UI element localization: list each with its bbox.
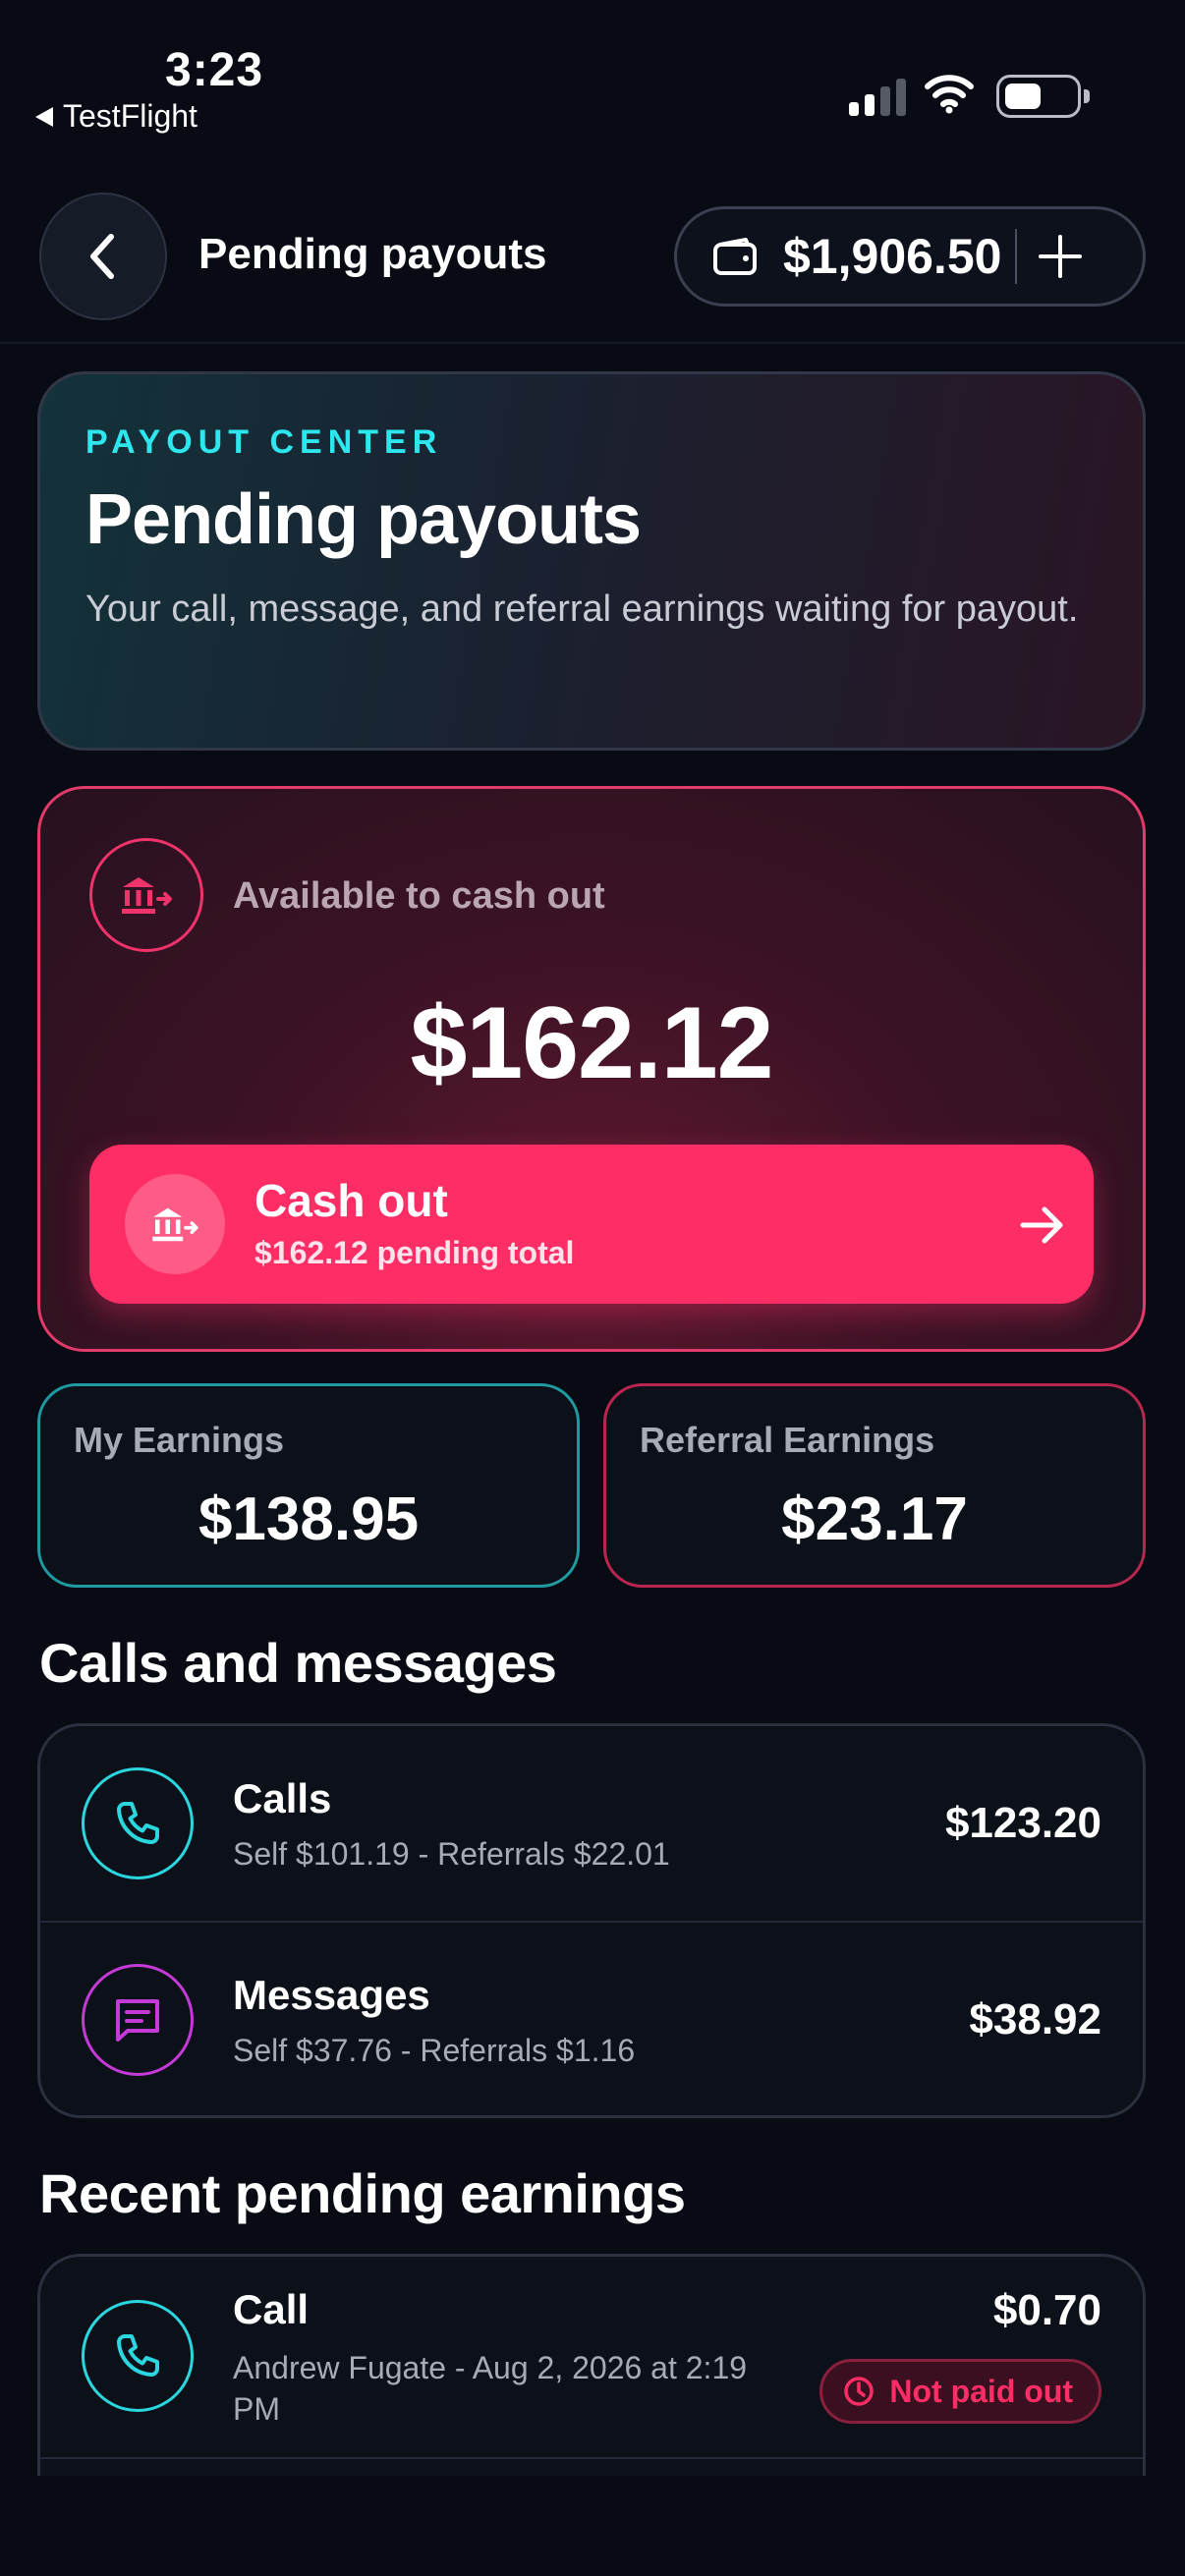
recent-earnings-heading: Recent pending earnings bbox=[39, 2162, 686, 2224]
row-subtitle: Self $37.76 - Referrals $1.16 bbox=[233, 2033, 636, 2068]
cash-out-button[interactable]: Cash out $162.12 pending total bbox=[89, 1145, 1094, 1304]
status-time: 3:23 bbox=[165, 44, 264, 96]
referral-earnings-card: Referral Earnings $23.17 bbox=[603, 1383, 1146, 1588]
my-earnings-card: My Earnings $138.95 bbox=[37, 1383, 580, 1588]
recent-subtitle: Andrew Fugate - Aug 2, 2026 at 2:19 PM bbox=[233, 2350, 748, 2427]
recent-title: Call bbox=[233, 2286, 310, 2332]
clock-icon bbox=[844, 2377, 875, 2406]
my-earnings-value: $138.95 bbox=[198, 1485, 420, 1553]
list-item-calls[interactable]: Calls Self $101.19 - Referrals $22.01 $1… bbox=[40, 1726, 1143, 1921]
back-button[interactable] bbox=[39, 193, 167, 320]
wallet-divider bbox=[1015, 229, 1018, 284]
cash-out-subtitle: $162.12 pending total bbox=[254, 1235, 575, 1270]
page-title: Pending payouts bbox=[198, 230, 547, 278]
bank-transfer-icon bbox=[89, 838, 203, 952]
bank-transfer-icon bbox=[125, 1174, 225, 1274]
status-badge: Not paid out bbox=[819, 2359, 1101, 2424]
referral-earnings-label: Referral Earnings bbox=[640, 1420, 935, 1460]
hero-kicker: PAYOUT CENTER bbox=[85, 423, 443, 461]
status-badge-label: Not paid out bbox=[889, 2373, 1073, 2409]
wallet-balance: $1,906.50 bbox=[783, 229, 1002, 284]
battery-icon bbox=[996, 75, 1090, 118]
recent-earnings-card: Call Andrew Fugate - Aug 2, 2026 at 2:19… bbox=[37, 2254, 1146, 2490]
back-to-app-link[interactable]: TestFlight bbox=[35, 98, 198, 135]
cash-out-title: Cash out bbox=[254, 1175, 448, 1226]
payout-center-card: PAYOUT CENTER Pending payouts Your call,… bbox=[37, 371, 1146, 751]
calls-messages-heading: Calls and messages bbox=[39, 1632, 557, 1694]
wifi-icon bbox=[925, 75, 974, 114]
available-amount: $162.12 bbox=[410, 986, 774, 1100]
referral-earnings-value: $23.17 bbox=[781, 1485, 968, 1553]
arrow-right-icon bbox=[1020, 1206, 1063, 1244]
phone-icon bbox=[82, 1767, 194, 1879]
my-earnings-label: My Earnings bbox=[74, 1420, 285, 1460]
header-divider bbox=[0, 342, 1185, 344]
row-amount: $38.92 bbox=[969, 1995, 1101, 2044]
back-app-label: TestFlight bbox=[63, 98, 198, 134]
hero-title: Pending payouts bbox=[85, 480, 642, 559]
row-title: Calls bbox=[233, 1775, 332, 1821]
message-icon bbox=[82, 1964, 194, 2076]
wallet-icon bbox=[713, 238, 757, 275]
recent-amount: $0.70 bbox=[992, 2286, 1101, 2334]
available-cashout-card: Available to cash out $162.12 Cash out $… bbox=[37, 786, 1146, 1352]
phone-icon bbox=[82, 2300, 194, 2412]
calls-messages-card: Calls Self $101.19 - Referrals $22.01 $1… bbox=[37, 1723, 1146, 2118]
cellular-signal-icon bbox=[849, 75, 906, 116]
available-label: Available to cash out bbox=[233, 875, 605, 917]
list-item-recent-call[interactable]: Call Andrew Fugate - Aug 2, 2026 at 2:19… bbox=[40, 2257, 1143, 2457]
back-triangle-icon bbox=[35, 106, 53, 127]
row-title: Messages bbox=[233, 1972, 430, 2018]
row-subtitle: Self $101.19 - Referrals $22.01 bbox=[233, 1836, 670, 1872]
bottom-background bbox=[0, 2476, 1185, 2576]
wallet-balance-pill[interactable]: $1,906.50 bbox=[674, 206, 1146, 307]
chevron-left-icon bbox=[90, 234, 114, 279]
hero-description: Your call, message, and referral earning… bbox=[85, 588, 1079, 630]
row-divider bbox=[40, 2457, 1143, 2459]
row-amount: $123.20 bbox=[944, 1799, 1101, 1847]
add-funds-icon[interactable] bbox=[1039, 235, 1083, 278]
list-item-messages[interactable]: Messages Self $37.76 - Referrals $1.16 $… bbox=[40, 1923, 1143, 2117]
